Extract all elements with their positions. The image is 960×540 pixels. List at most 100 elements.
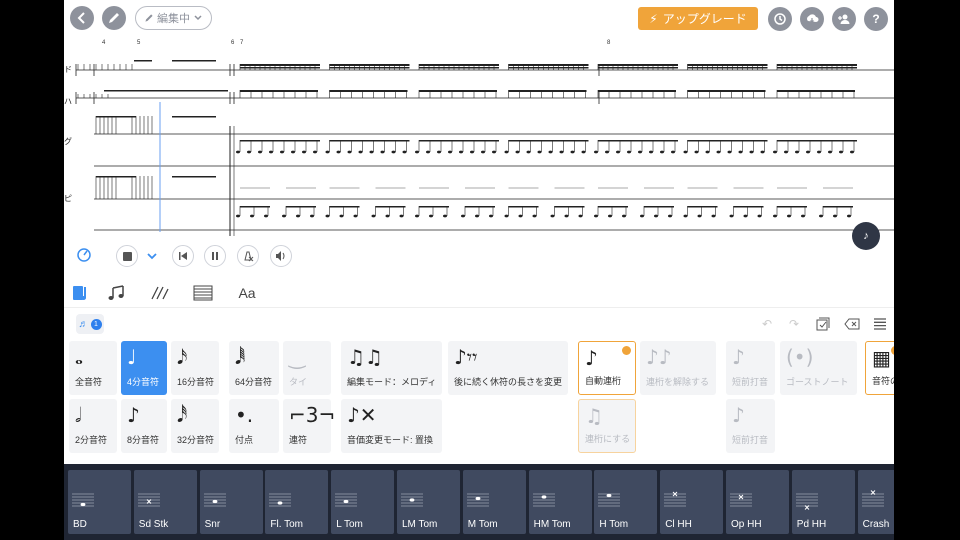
notehead xyxy=(391,150,396,154)
notehead xyxy=(302,150,306,154)
staff-note-icon xyxy=(72,493,94,507)
tab-articulations[interactable] xyxy=(148,283,170,303)
tab-notes[interactable] xyxy=(106,283,128,303)
layer-selector[interactable]: ♬ 1 xyxy=(76,314,104,334)
beam xyxy=(134,60,152,62)
mute-metronome-button[interactable] xyxy=(237,245,259,267)
notehead xyxy=(280,150,284,154)
row2-cell-4[interactable]: ⌐3¬ 連符 xyxy=(283,399,335,453)
note-glyph-icon: ♪✕ xyxy=(347,403,377,427)
drum-key-9[interactable]: Cl HH xyxy=(660,470,724,534)
row1-cell-7[interactable]: ♪ 自動連桁 xyxy=(578,341,636,395)
note-input-fab[interactable]: ♪ xyxy=(852,222,880,250)
palette-label: 連符 xyxy=(289,435,308,445)
drum-key-0[interactable]: BD xyxy=(68,470,131,534)
notehead xyxy=(526,150,531,154)
row2-cell-3[interactable]: •. 付点 xyxy=(229,399,279,453)
delete-icon[interactable] xyxy=(844,316,860,332)
drum-key-label: Pd HH xyxy=(796,519,827,530)
help-icon[interactable]: ? xyxy=(864,7,888,31)
note-glyph-icon: ‿ xyxy=(289,345,306,369)
notehead xyxy=(492,150,496,154)
drum-key-label: BD xyxy=(73,519,87,530)
row1-cell-4[interactable]: ‿ タイ xyxy=(283,341,331,395)
pencil-icon[interactable] xyxy=(102,6,126,30)
drum-key-1[interactable]: Sd Stk xyxy=(133,470,197,534)
drum-key-label: Cl HH xyxy=(665,519,692,530)
row2-cell-0[interactable]: 𝅗𝅥 2分音符 xyxy=(69,399,117,453)
drum-key-10[interactable]: Op HH xyxy=(726,470,789,534)
add-user-icon[interactable] xyxy=(832,7,856,31)
tab-text[interactable]: Aa xyxy=(236,283,258,303)
cloud-download-icon[interactable] xyxy=(800,7,824,31)
notehead xyxy=(850,150,854,154)
row1-cell-9[interactable]: ♪ 短前打音 xyxy=(726,341,775,395)
drum-key-11[interactable]: Pd HH xyxy=(791,470,855,534)
beam xyxy=(96,176,136,178)
row1-cell-0[interactable]: 𝅝 全音符 xyxy=(69,341,117,395)
metronome-icon[interactable] xyxy=(74,245,94,265)
notehead xyxy=(605,150,609,154)
score-view[interactable]: 4 5 6 7 8 ド ハ グ ピ xyxy=(64,36,894,236)
drum-key-3[interactable]: Fl. Tom xyxy=(265,470,329,534)
drum-key-8[interactable]: H Tom xyxy=(594,470,658,534)
palette-header: ♬ 1 ↶ ↷ xyxy=(64,312,894,336)
staff-note-icon xyxy=(532,493,555,507)
chevron-down-icon[interactable] xyxy=(146,249,158,267)
pause-button[interactable] xyxy=(204,245,226,267)
staff-note-icon xyxy=(401,493,423,507)
drum-key-5[interactable]: LM Tom xyxy=(397,470,460,534)
drum-note-icon xyxy=(73,286,86,300)
row1-cell-5[interactable]: ♫♫ 編集モード：メロディ xyxy=(341,341,442,395)
back-icon[interactable] xyxy=(70,6,94,30)
history-icon[interactable] xyxy=(768,7,792,31)
menu-icon[interactable] xyxy=(872,316,888,332)
row1-cell-10[interactable]: (•) ゴーストノート xyxy=(780,341,857,395)
volume-button[interactable] xyxy=(270,245,292,267)
row2-cell-1[interactable]: ♪ 8分音符 xyxy=(121,399,167,453)
notehead xyxy=(616,150,620,154)
notehead xyxy=(622,214,626,218)
notehead xyxy=(282,214,286,218)
beam xyxy=(240,140,320,142)
notehead xyxy=(358,150,363,154)
tab-drum-notes[interactable] xyxy=(70,283,92,303)
staff-note-icon xyxy=(664,491,687,507)
notehead xyxy=(743,214,748,218)
undo-icon[interactable]: ↶ xyxy=(759,316,775,332)
rewind-button[interactable] xyxy=(172,245,194,267)
notehead xyxy=(258,150,262,154)
row1-cell-8[interactable]: ♪♪ 連桁を解除する xyxy=(640,341,716,395)
select-icon[interactable] xyxy=(815,316,831,332)
row2-cell-7[interactable]: ♪ 短前打音 xyxy=(726,399,775,453)
row1-cell-11[interactable]: ▦ 音符の xyxy=(865,341,894,395)
notehead xyxy=(415,150,419,154)
notehead xyxy=(385,214,390,218)
row2-cell-2[interactable]: 𝅘𝅥𝅰 32分音符 xyxy=(171,399,219,453)
notehead xyxy=(250,214,254,218)
drum-key-2[interactable]: Snr xyxy=(199,470,263,534)
drum-key-12[interactable]: Crash xyxy=(857,470,894,534)
row1-cell-3[interactable]: 𝅘𝅥𝅱 64分音符 xyxy=(229,341,279,395)
notehead xyxy=(671,150,675,154)
note-glyph-icon: 𝅝 xyxy=(75,345,83,369)
redo-icon[interactable]: ↷ xyxy=(786,316,802,332)
upgrade-button[interactable]: ⚡ アップグレード xyxy=(638,7,758,30)
tab-measures[interactable] xyxy=(192,283,214,303)
beam xyxy=(172,60,216,62)
row1-cell-6[interactable]: ♪𝄾𝄾 後に続く休符の長さを変更 xyxy=(448,341,568,395)
row1-cell-2[interactable]: 𝅘𝅥𝅯 16分音符 xyxy=(171,341,219,395)
drum-key-7[interactable]: HM Tom xyxy=(528,470,592,534)
beam xyxy=(172,176,216,178)
row2-cell-5[interactable]: ♪✕ 音価変更モード: 置換 xyxy=(341,399,442,453)
row2-cell-6[interactable]: ♫ 連桁にする xyxy=(578,399,636,453)
edit-mode-dropdown[interactable]: 編集中 xyxy=(135,6,212,30)
drum-key-6[interactable]: M Tom xyxy=(462,470,526,534)
notehead xyxy=(443,214,447,218)
drum-key-label: Fl. Tom xyxy=(270,519,303,530)
stop-button[interactable] xyxy=(116,245,138,267)
row1-cell-1[interactable]: ♩ 4分音符 xyxy=(121,341,167,395)
drum-key-4[interactable]: L Tom xyxy=(331,470,395,534)
pencil-icon xyxy=(145,14,153,22)
notehead xyxy=(429,214,433,218)
